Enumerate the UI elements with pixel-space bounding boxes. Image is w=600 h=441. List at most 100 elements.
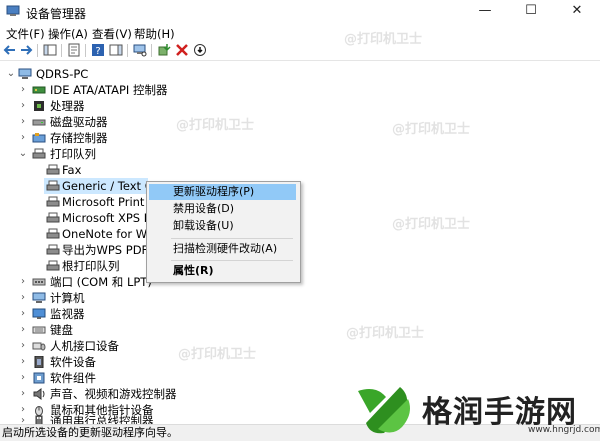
printer-icon [46,196,60,207]
tree-item-computer[interactable]: › 计算机 [0,290,200,306]
menu-bar: 文件(F) 操作(A) 查看(V) 帮助(H) [0,24,600,42]
title-bar: 设备管理器 — ☐ ✕ [0,0,600,24]
tree-item-label: Fax [62,163,82,177]
tree-root[interactable]: ⌄ QDRS-PC [0,66,200,82]
toolbar-separator [85,44,86,57]
scan-hardware-icon[interactable] [133,43,147,57]
tree-item-disk-drives[interactable]: › 磁盘驱动器 [0,114,200,130]
expand-chevron-icon[interactable]: › [18,114,28,130]
printer-icon [46,244,60,255]
expand-chevron-icon[interactable]: › [18,98,28,114]
collapse-chevron-icon[interactable]: ⌄ [18,146,28,162]
menu-help[interactable]: 帮助(H) [134,26,175,42]
expand-chevron-icon[interactable]: › [18,370,28,386]
tree-item-storage-controllers[interactable]: › 存储控制器 [0,130,200,146]
menu-item-label: 更新驱动程序(P) [173,185,255,198]
tree-item-hid[interactable]: › 人机接口设备 [0,338,200,354]
printer-icon [46,260,60,271]
tree-item-microsoft-xps[interactable]: Microsoft XPS Doc [0,210,148,226]
toolbar-separator [37,44,38,57]
watermark: @打印机卫士 [392,122,471,137]
tree-item-label: Microsoft Print to [62,195,148,209]
tree-item-wps-pdf[interactable]: 导出为WPS PDF [0,242,148,258]
forward-icon[interactable] [19,43,33,57]
tree-item-onenote[interactable]: OneNote for Wind [0,226,148,242]
site-logo: 格润手游网 www.hngrjd.com [352,381,600,440]
maximize-button[interactable]: ☐ [508,0,554,24]
logo-url-text: www.hngrjd.com [528,425,600,435]
tree-item-software-components[interactable]: › 软件组件 [0,370,200,386]
window-title: 设备管理器 [26,7,87,21]
tree-item-generic-text-only[interactable]: Generic / Text Only [44,178,171,194]
tree-item-label: IDE ATA/ATAPI 控制器 [50,83,168,97]
menu-item-label: 扫描检测硬件改动(A) [173,242,278,255]
help-icon[interactable]: ? [91,43,105,57]
port-icon [32,278,46,286]
tree-item-monitors[interactable]: › 监视器 [0,306,200,322]
expand-chevron-icon[interactable]: › [18,130,28,146]
tree-item-processor[interactable]: › 处理器 [0,98,200,114]
ide-controller-icon [32,86,46,94]
expand-chevron-icon[interactable]: › [18,274,28,290]
tree-item-label: OneNote for Wind [62,227,148,241]
disable-device-icon[interactable] [193,43,207,57]
expand-chevron-icon[interactable]: › [18,386,28,402]
tree-item-ide[interactable]: › IDE ATA/ATAPI 控制器 [0,82,200,98]
processor-icon [34,101,44,111]
tree-item-label: 声音、视频和游戏控制器 [50,387,177,401]
toolbar-separator [127,44,128,57]
tree-item-software-devices[interactable]: › 软件设备 [0,354,200,370]
toolbar: ? [0,42,600,61]
tree-item-label: 根打印队列 [62,259,120,273]
expand-chevron-icon[interactable]: › [18,290,28,306]
tree-item-root-print-queue[interactable]: 根打印队列 [0,258,148,274]
tree-item-label: 人机接口设备 [50,339,119,353]
action-pane-icon[interactable] [109,43,123,57]
tree-item-microsoft-print-to-pdf[interactable]: Microsoft Print to [0,194,148,210]
expand-chevron-icon[interactable]: › [18,338,28,354]
tree-item-label: Microsoft XPS Doc [62,211,148,225]
collapse-chevron-icon[interactable]: ⌄ [6,66,16,82]
show-hide-console-tree-icon[interactable] [43,43,57,57]
status-text: 启动所选设备的更新驱动程序向导。 [2,426,178,439]
menu-item-scan-hardware[interactable]: 扫描检测硬件改动(A) [149,241,296,257]
tree-item-keyboards[interactable]: › 键盘 [0,322,200,338]
tree-item-sound[interactable]: › 声音、视频和游戏控制器 [0,386,200,402]
expand-chevron-icon[interactable]: › [18,306,28,322]
menu-action[interactable]: 操作(A) [48,26,88,42]
toolbar-separator [151,44,152,57]
tree-item-print-queues[interactable]: ⌄ 打印队列 [0,146,200,162]
expand-chevron-icon[interactable]: › [18,82,28,98]
tree-item-label: 键盘 [50,323,73,337]
minimize-button[interactable]: — [462,0,508,24]
close-button[interactable]: ✕ [554,0,600,24]
back-icon[interactable] [3,43,17,57]
tree-item-fax[interactable]: Fax [0,162,200,178]
computer-icon [18,68,32,79]
keyboard-icon [32,326,46,334]
tree-item-label: 软件组件 [50,371,96,385]
properties-icon[interactable] [67,43,81,57]
uninstall-icon[interactable] [175,43,189,57]
menu-item-disable-device[interactable]: 禁用设备(D) [149,201,296,217]
printer-icon [46,212,60,223]
tree-item-label: 磁盘驱动器 [50,115,108,129]
menu-view[interactable]: 查看(V) [92,26,132,42]
tree-item-label: 软件设备 [50,355,96,369]
expand-chevron-icon[interactable]: › [18,322,28,338]
menu-item-uninstall-device[interactable]: 卸载设备(U) [149,218,296,234]
tree-item-label: 计算机 [50,291,85,305]
storage-controller-icon [32,133,46,143]
update-driver-icon[interactable] [157,43,171,57]
expand-chevron-icon[interactable]: › [18,354,28,370]
menu-item-update-driver[interactable]: 更新驱动程序(P) [149,184,296,200]
menu-file[interactable]: 文件(F) [6,26,45,42]
printer-icon [46,180,60,191]
tree-item-usb[interactable]: › 通用串行总线控制器 [0,414,200,428]
printer-icon [46,228,60,239]
menu-separator [171,238,293,239]
context-menu: 更新驱动程序(P) 禁用设备(D) 卸载设备(U) 扫描检测硬件改动(A) 属性… [146,181,301,283]
monitor-icon [32,308,46,319]
print-queue-icon [32,148,46,159]
menu-item-properties[interactable]: 属性(R) [149,263,296,279]
